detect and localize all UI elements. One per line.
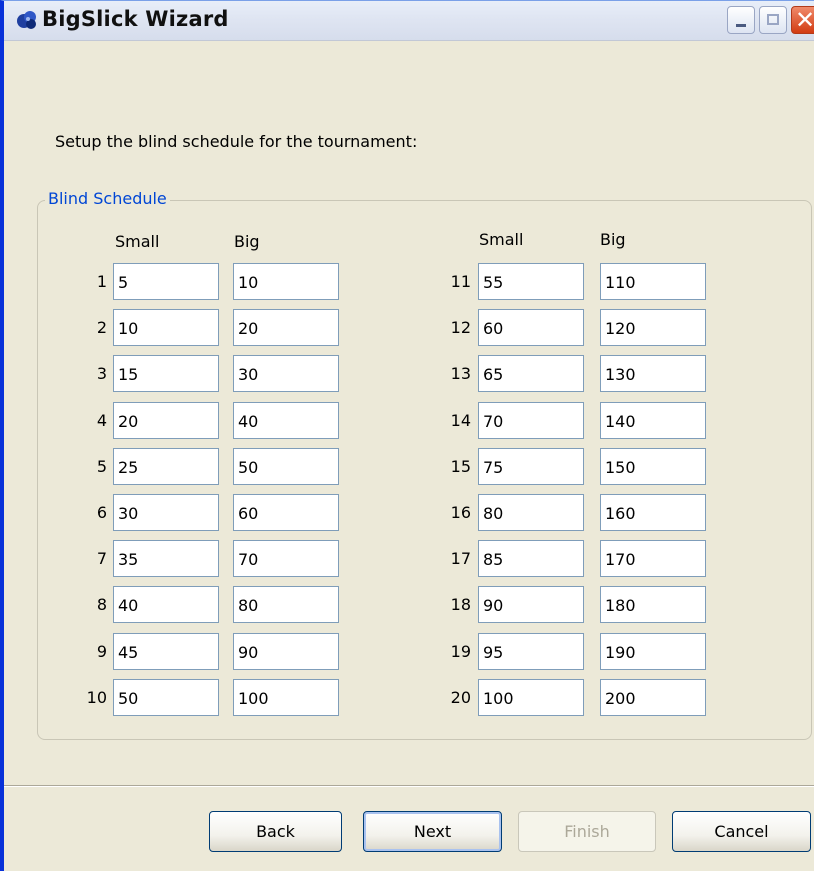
small-blind-input[interactable]: 15 bbox=[113, 355, 219, 392]
small-blind-input[interactable]: 10 bbox=[113, 309, 219, 346]
level-number: 12 bbox=[450, 318, 471, 337]
small-blind-input[interactable]: 65 bbox=[478, 355, 584, 392]
level-number: 6 bbox=[96, 503, 107, 522]
small-blind-input[interactable]: 70 bbox=[478, 402, 584, 439]
big-blind-input[interactable]: 170 bbox=[600, 540, 706, 577]
small-blind-input[interactable]: 60 bbox=[478, 309, 584, 346]
small-blind-input[interactable]: 85 bbox=[478, 540, 584, 577]
big-blind-input[interactable]: 10 bbox=[233, 263, 339, 300]
cancel-button[interactable]: Cancel bbox=[672, 811, 811, 852]
level-number: 11 bbox=[450, 272, 471, 291]
level-number: 3 bbox=[96, 364, 107, 383]
big-blind-input[interactable]: 200 bbox=[600, 679, 706, 716]
title-bar[interactable]: BigSlick Wizard ✕ bbox=[4, 1, 814, 41]
small-blind-input[interactable]: 5 bbox=[113, 263, 219, 300]
big-blind-input[interactable]: 60 bbox=[233, 494, 339, 531]
level-number: 2 bbox=[96, 318, 107, 337]
small-blind-input[interactable]: 35 bbox=[113, 540, 219, 577]
small-blind-input[interactable]: 40 bbox=[113, 586, 219, 623]
level-number: 19 bbox=[450, 642, 471, 661]
big-blind-input[interactable]: 190 bbox=[600, 633, 706, 670]
left-small-header: Small bbox=[115, 232, 160, 251]
big-blind-input[interactable]: 90 bbox=[233, 633, 339, 670]
level-number: 10 bbox=[86, 688, 107, 707]
big-blind-input[interactable]: 20 bbox=[233, 309, 339, 346]
app-icon bbox=[17, 11, 36, 29]
window-title: BigSlick Wizard bbox=[42, 7, 229, 31]
big-blind-input[interactable]: 130 bbox=[600, 355, 706, 392]
next-button[interactable]: Next bbox=[363, 811, 502, 852]
small-blind-input[interactable]: 90 bbox=[478, 586, 584, 623]
small-blind-input[interactable]: 95 bbox=[478, 633, 584, 670]
big-blind-input[interactable]: 180 bbox=[600, 586, 706, 623]
level-number: 18 bbox=[450, 595, 471, 614]
small-blind-input[interactable]: 80 bbox=[478, 494, 584, 531]
group-label: Blind Schedule bbox=[45, 189, 170, 208]
small-blind-input[interactable]: 20 bbox=[113, 402, 219, 439]
minimize-button[interactable] bbox=[727, 6, 755, 34]
small-blind-input[interactable]: 30 bbox=[113, 494, 219, 531]
big-blind-input[interactable]: 40 bbox=[233, 402, 339, 439]
right-big-header: Big bbox=[600, 230, 626, 249]
level-number: 7 bbox=[96, 549, 107, 568]
level-number: 14 bbox=[450, 411, 471, 430]
big-blind-input[interactable]: 110 bbox=[600, 263, 706, 300]
small-blind-input[interactable]: 50 bbox=[113, 679, 219, 716]
level-number: 8 bbox=[96, 595, 107, 614]
big-blind-input[interactable]: 100 bbox=[233, 679, 339, 716]
level-number: 17 bbox=[450, 549, 471, 568]
back-button[interactable]: Back bbox=[209, 811, 342, 852]
big-blind-input[interactable]: 140 bbox=[600, 402, 706, 439]
big-blind-input[interactable]: 80 bbox=[233, 586, 339, 623]
left-big-header: Big bbox=[234, 232, 260, 251]
maximize-button[interactable] bbox=[759, 6, 787, 34]
level-number: 13 bbox=[450, 364, 471, 383]
big-blind-input[interactable]: 70 bbox=[233, 540, 339, 577]
level-number: 15 bbox=[450, 457, 471, 476]
level-number: 9 bbox=[96, 642, 107, 661]
level-number: 5 bbox=[96, 457, 107, 476]
intro-text: Setup the blind schedule for the tournam… bbox=[55, 132, 418, 151]
small-blind-input[interactable]: 55 bbox=[478, 263, 584, 300]
small-blind-input[interactable]: 45 bbox=[113, 633, 219, 670]
level-number: 4 bbox=[96, 411, 107, 430]
divider-highlight bbox=[4, 786, 814, 787]
small-blind-input[interactable]: 25 bbox=[113, 448, 219, 485]
big-blind-input[interactable]: 160 bbox=[600, 494, 706, 531]
close-icon: ✕ bbox=[795, 6, 814, 34]
big-blind-input[interactable]: 120 bbox=[600, 309, 706, 346]
level-number: 16 bbox=[450, 503, 471, 522]
right-small-header: Small bbox=[479, 230, 524, 249]
small-blind-input[interactable]: 100 bbox=[478, 679, 584, 716]
small-blind-input[interactable]: 75 bbox=[478, 448, 584, 485]
big-blind-input[interactable]: 30 bbox=[233, 355, 339, 392]
finish-button[interactable]: Finish bbox=[518, 811, 656, 852]
big-blind-input[interactable]: 150 bbox=[600, 448, 706, 485]
wizard-window: BigSlick Wizard ✕ Setup the blind schedu… bbox=[0, 0, 814, 871]
big-blind-input[interactable]: 50 bbox=[233, 448, 339, 485]
level-number: 1 bbox=[96, 272, 107, 291]
close-button[interactable]: ✕ bbox=[791, 6, 814, 34]
level-number: 20 bbox=[450, 688, 471, 707]
